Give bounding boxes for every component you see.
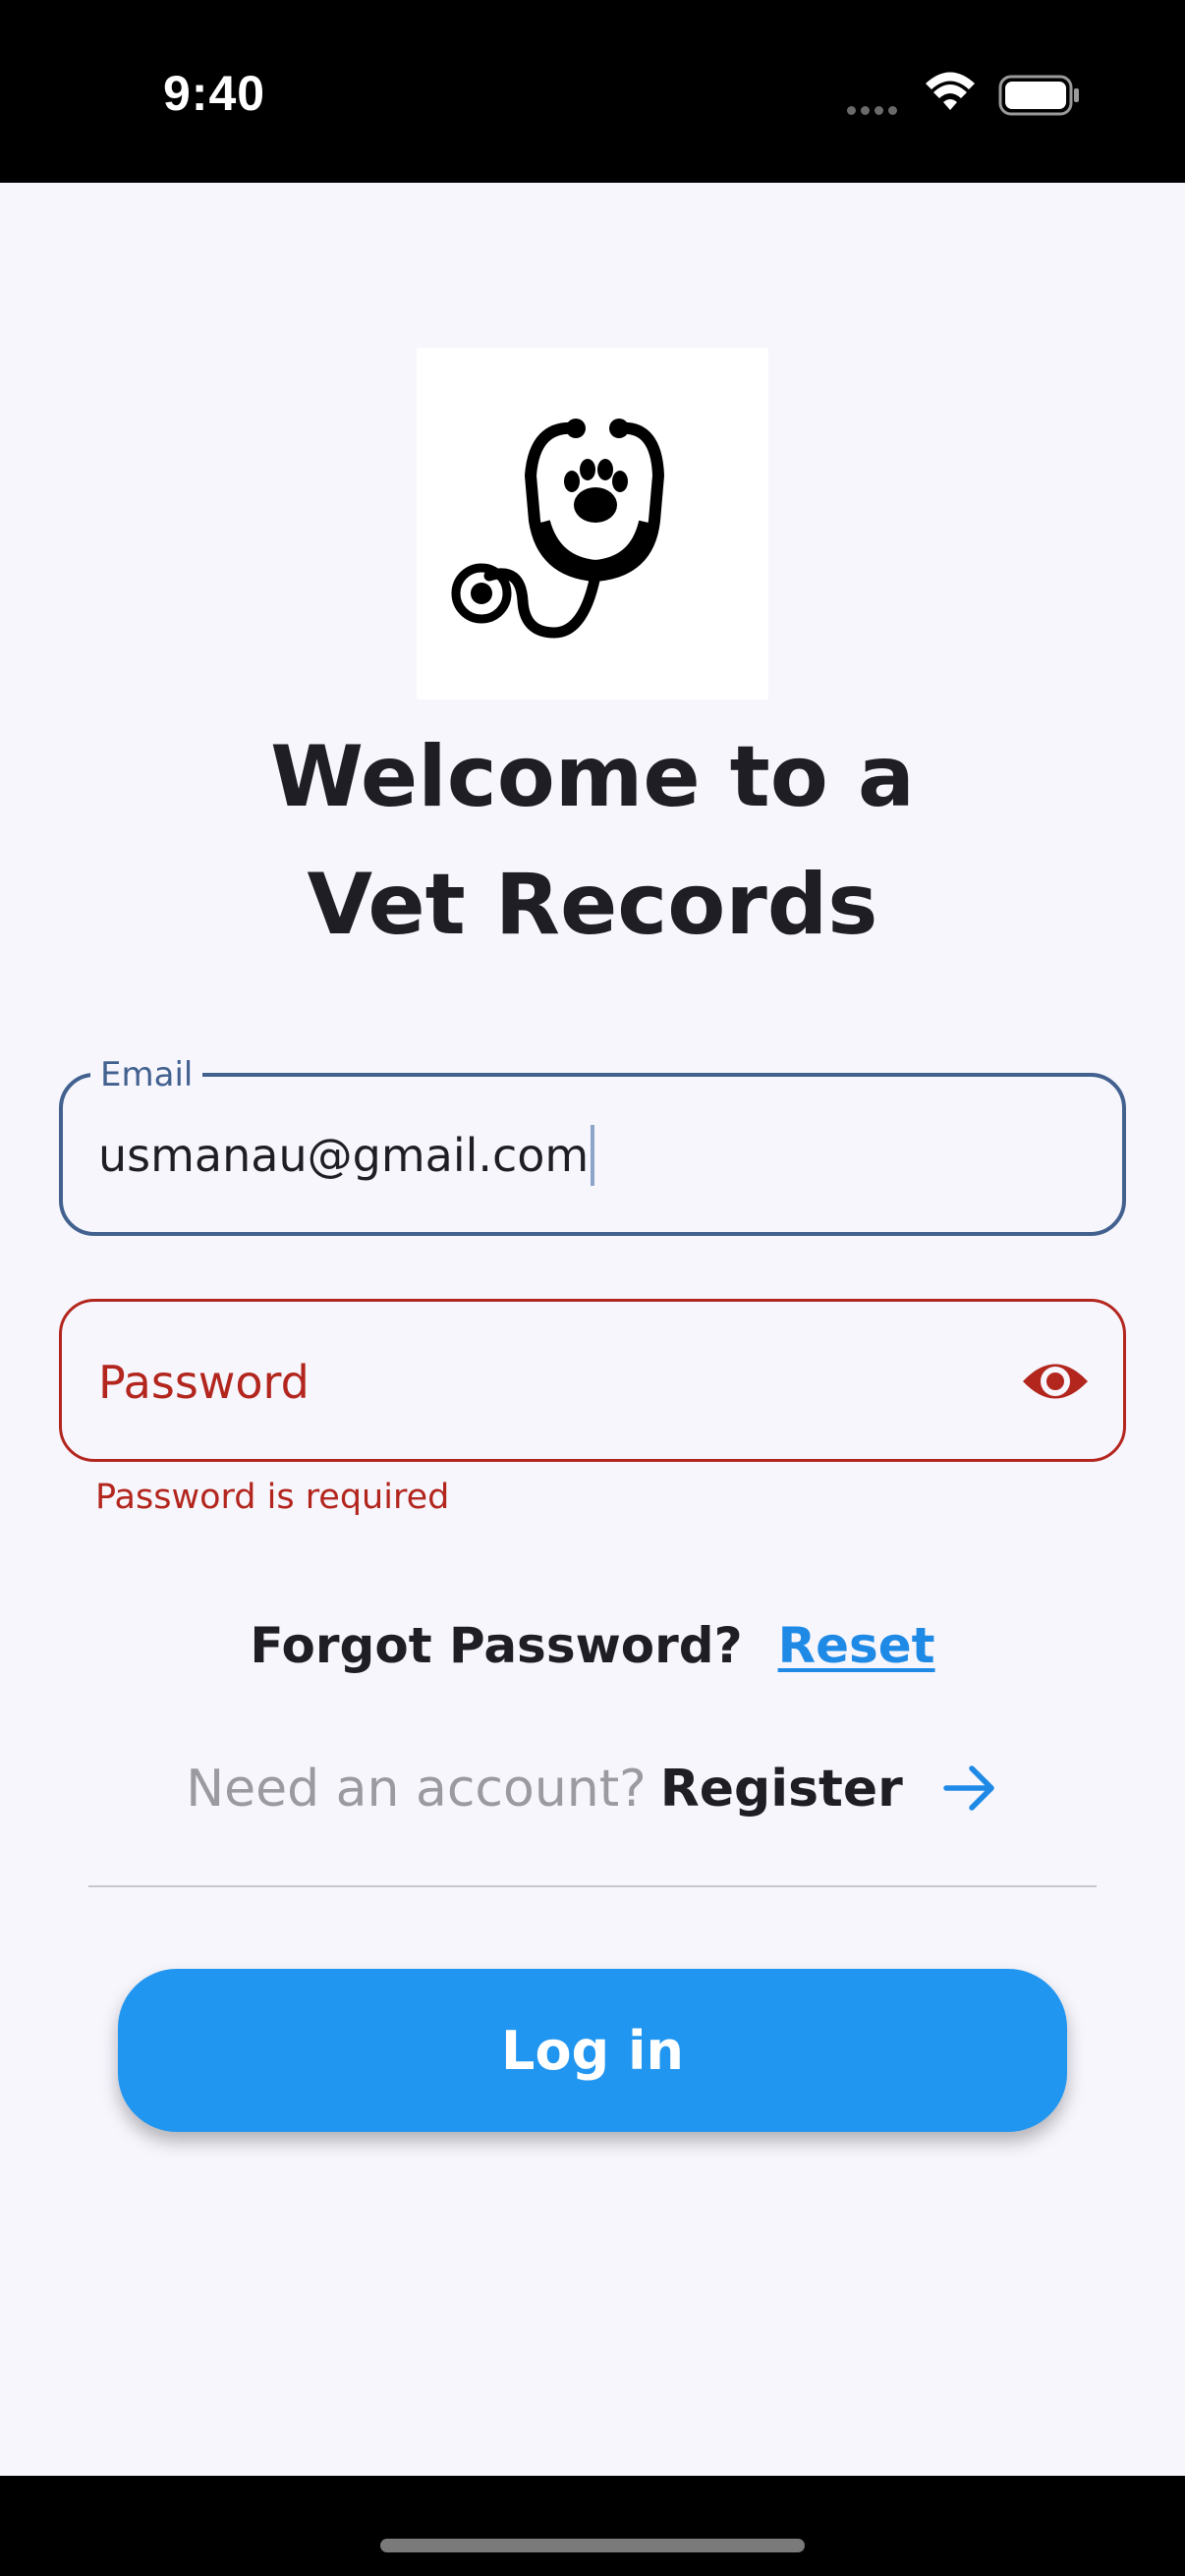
password-field[interactable]: Password xyxy=(59,1299,1126,1462)
status-bar: 9:40 xyxy=(0,0,1185,183)
divider xyxy=(88,1885,1097,1887)
email-field[interactable]: Email usmanau@gmail.com xyxy=(59,1055,1126,1236)
welcome-title-line-1: Welcome to a xyxy=(270,728,915,826)
password-error-message: Password is required xyxy=(95,1478,450,1517)
wifi-icon xyxy=(926,72,975,110)
welcome-title-line-2: Vet Records xyxy=(307,856,878,954)
welcome-title: Welcome to a Vet Records xyxy=(0,713,1185,969)
stethoscope-paw-icon xyxy=(451,419,665,639)
password-input[interactable]: Password xyxy=(98,1355,310,1410)
register-link[interactable]: Register xyxy=(660,1760,903,1819)
battery-icon xyxy=(998,75,1079,116)
text-caret xyxy=(591,1124,595,1186)
home-indicator[interactable] xyxy=(380,2539,805,2552)
login-button[interactable]: Log in xyxy=(118,1969,1067,2132)
arrow-right-icon[interactable] xyxy=(942,1763,999,1814)
bottom-bar xyxy=(0,2476,1185,2576)
register-prompt: Need an account? xyxy=(186,1760,647,1819)
login-screen: Welcome to a Vet Records Email usmanau@g… xyxy=(0,183,1185,2476)
register-row[interactable]: Need an account? Register xyxy=(0,1755,1185,1823)
email-label: Email xyxy=(90,1055,203,1094)
email-input-value: usmanau@gmail.com xyxy=(98,1129,590,1182)
cellular-signal-icon xyxy=(847,102,902,120)
reset-password-link[interactable]: Reset xyxy=(778,1617,935,1674)
status-time: 9:40 xyxy=(163,66,266,121)
eye-icon[interactable] xyxy=(1021,1353,1090,1410)
email-input[interactable]: usmanau@gmail.com xyxy=(98,1124,595,1186)
app-logo xyxy=(417,348,768,700)
forgot-password-row: Forgot Password? Reset xyxy=(0,1611,1185,1680)
forgot-password-text: Forgot Password? xyxy=(250,1617,743,1674)
